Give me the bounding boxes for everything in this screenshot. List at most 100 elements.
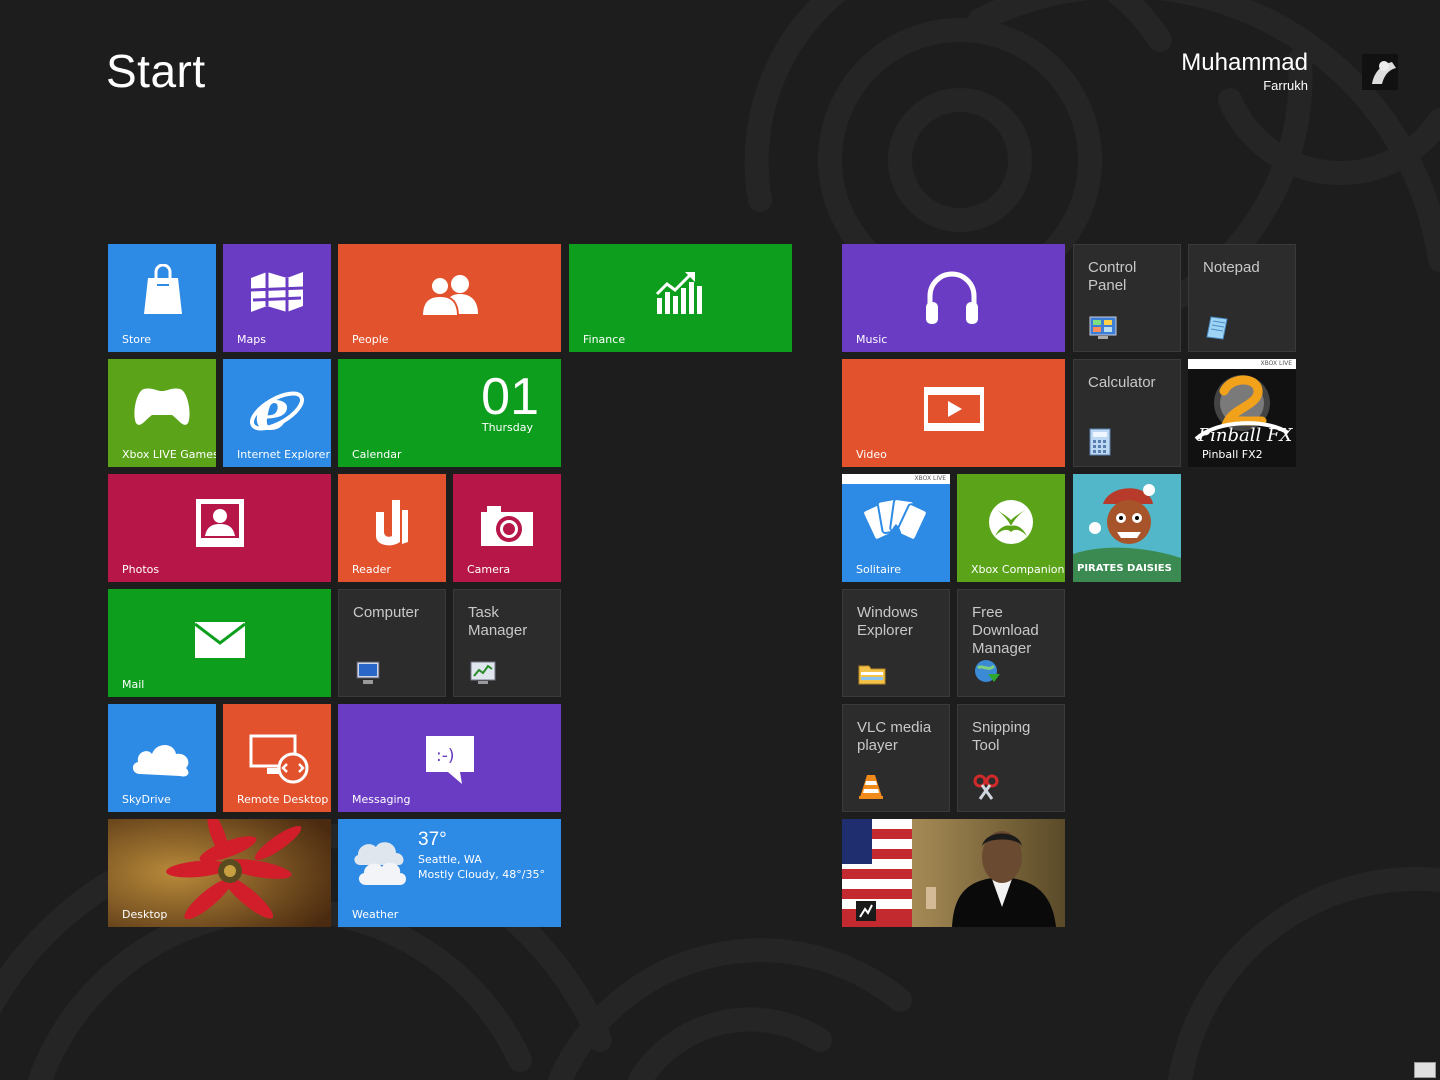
tile-store[interactable]: Store xyxy=(108,244,216,352)
tile-label: Internet Explorer xyxy=(237,448,330,461)
svg-text::-): :-) xyxy=(436,746,455,766)
message-bubble-icon: :-) xyxy=(426,736,474,784)
reader-icon xyxy=(376,500,408,546)
xbox-live-badge: XBOX LIVE xyxy=(842,474,950,484)
tile-task-manager[interactable]: Task Manager xyxy=(453,589,561,697)
tile-label: Windows Explorer xyxy=(857,604,918,639)
tile-label: Weather xyxy=(352,908,399,921)
tile-maps[interactable]: Maps xyxy=(223,244,331,352)
xbox-logo-icon xyxy=(989,500,1033,544)
tile-camera[interactable]: Camera xyxy=(453,474,561,582)
tile-label: Snipping Tool xyxy=(972,719,1031,754)
tile-calculator[interactable]: Calculator xyxy=(1073,359,1181,467)
tile-label: Maps xyxy=(237,333,266,346)
tile-internet-explorer[interactable]: e Internet Explorer xyxy=(223,359,331,467)
tile-label: Reader xyxy=(352,563,391,576)
user-first-name: Muhammad xyxy=(1181,49,1308,76)
tile-label: Control Panel xyxy=(1088,259,1137,294)
camera-icon xyxy=(481,506,533,546)
headphones-icon xyxy=(926,271,978,324)
tile-free-download-manager[interactable]: Free Download Manager xyxy=(957,589,1065,697)
xbox-live-badge: XBOX LIVE xyxy=(1188,359,1296,369)
download-globe-icon xyxy=(975,660,1000,682)
tile-pinball-fx2[interactable]: XBOX LIVE Pinball FX Pinball FX2 xyxy=(1188,359,1296,467)
photo-app-badge-icon xyxy=(856,901,876,921)
avatar[interactable] xyxy=(1362,54,1398,90)
tile-label: Pinball FX2 xyxy=(1202,448,1263,461)
svg-text:Pinball FX: Pinball FX xyxy=(1197,425,1293,446)
playing-cards-icon xyxy=(862,497,928,546)
pirates-game-title: PIRATES DAISIES xyxy=(1077,563,1172,574)
shopping-bag-icon xyxy=(144,264,182,314)
folder-icon xyxy=(858,665,886,685)
video-play-icon xyxy=(924,387,984,431)
tile-label: Task Manager xyxy=(468,604,528,639)
tile-label: People xyxy=(352,333,389,346)
tile-remote-desktop[interactable]: Remote Desktop xyxy=(223,704,331,812)
map-icon xyxy=(250,272,304,312)
tile-photo-feed[interactable] xyxy=(842,819,1065,927)
tile-xbox-companion[interactable]: Xbox Companion xyxy=(957,474,1065,582)
tile-pirates-love-daisies[interactable]: PIRATES DAISIES xyxy=(1073,474,1181,582)
mail-envelope-icon xyxy=(194,622,246,658)
tile-label: Remote Desktop xyxy=(237,793,329,806)
task-manager-icon xyxy=(470,661,496,684)
tile-snipping-tool[interactable]: Snipping Tool xyxy=(957,704,1065,812)
finance-chart-icon xyxy=(655,272,702,314)
tile-label: Messaging xyxy=(352,793,411,806)
calendar-weekday: Thursday xyxy=(481,421,533,434)
tile-label: SkyDrive xyxy=(122,793,171,806)
calculator-icon xyxy=(1089,428,1111,456)
people-icon xyxy=(420,275,478,316)
photo-icon xyxy=(196,499,244,547)
tile-label: Computer xyxy=(353,604,419,621)
game-controller-icon xyxy=(134,388,190,425)
control-panel-icon xyxy=(1089,316,1117,339)
tile-weather[interactable]: 37° Seattle, WA Mostly Cloudy, 48°/35° W… xyxy=(338,819,561,927)
user-last-name: Farrukh xyxy=(1263,78,1308,93)
zoom-toggle-button[interactable] xyxy=(1414,1062,1436,1078)
tile-windows-explorer[interactable]: Windows Explorer xyxy=(842,589,950,697)
weather-condition: Mostly Cloudy, 48°/35° xyxy=(418,868,545,881)
tile-label: Free Download Manager xyxy=(972,604,1039,657)
tile-label: Desktop xyxy=(122,908,168,921)
tile-photos[interactable]: Photos xyxy=(108,474,331,582)
tile-xbox-live-games[interactable]: Xbox LIVE Games xyxy=(108,359,216,467)
tile-finance[interactable]: Finance xyxy=(569,244,792,352)
tile-label: Music xyxy=(856,333,888,346)
computer-icon xyxy=(356,661,380,684)
tile-label: Xbox LIVE Games xyxy=(122,448,216,461)
tile-music[interactable]: Music xyxy=(842,244,1065,352)
tile-label: Finance xyxy=(583,333,626,346)
tile-calendar[interactable]: 01 Thursday Calendar xyxy=(338,359,561,467)
remote-desktop-icon xyxy=(249,734,309,784)
tile-video[interactable]: Video xyxy=(842,359,1065,467)
user-account[interactable]: Muhammad Farrukh xyxy=(1181,48,1354,94)
tile-label: Camera xyxy=(467,563,511,576)
tile-reader[interactable]: Reader xyxy=(338,474,446,582)
tile-desktop[interactable]: Desktop xyxy=(108,819,331,927)
tile-vlc-media-player[interactable]: VLC media player xyxy=(842,704,950,812)
tile-label: Store xyxy=(122,333,152,346)
tile-label: Notepad xyxy=(1203,259,1260,276)
tile-label: Calendar xyxy=(352,448,402,461)
tile-label: Xbox Companion xyxy=(971,563,1065,576)
avatar-image-icon xyxy=(1362,54,1398,90)
tile-messaging[interactable]: :-) Messaging xyxy=(338,704,561,812)
tile-solitaire[interactable]: XBOX LIVE Solitaire xyxy=(842,474,950,582)
tile-computer[interactable]: Computer xyxy=(338,589,446,697)
tile-people[interactable]: People xyxy=(338,244,561,352)
tile-label: Photos xyxy=(122,563,160,576)
tile-skydrive[interactable]: SkyDrive xyxy=(108,704,216,812)
scissors-icon xyxy=(973,774,999,800)
cloudy-weather-icon xyxy=(354,842,406,885)
tile-label: Solitaire xyxy=(856,563,901,576)
tile-control-panel[interactable]: Control Panel xyxy=(1073,244,1181,352)
pinball-logo-image: Pinball FX xyxy=(1194,375,1293,446)
notepad-icon xyxy=(1206,316,1228,340)
tile-mail[interactable]: Mail xyxy=(108,589,331,697)
tile-notepad[interactable]: Notepad xyxy=(1188,244,1296,352)
weather-location: Seattle, WA xyxy=(418,853,482,866)
tile-label: Video xyxy=(856,448,887,461)
tile-label: Mail xyxy=(122,678,145,691)
